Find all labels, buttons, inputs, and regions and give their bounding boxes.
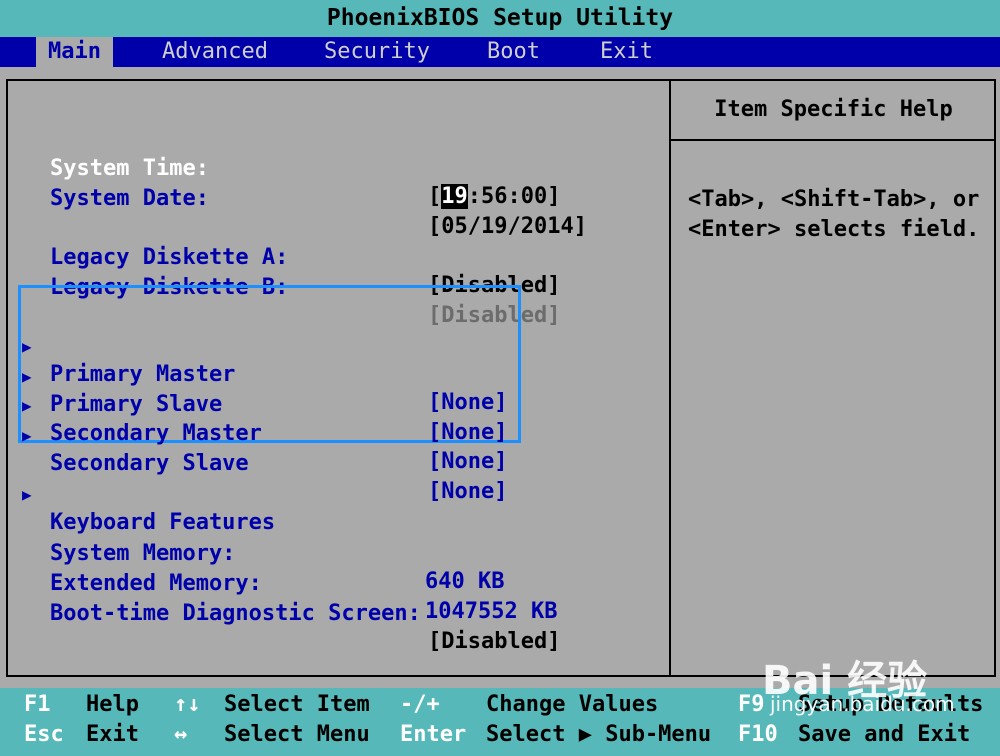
help-text-line: <Tab>, <Shift-Tab>, or <box>688 187 980 212</box>
legacy-diskette-a-row[interactable]: Legacy Diskette A: [Disabled] <box>8 216 668 298</box>
primary-slave-value: [None] <box>428 420 508 445</box>
bios-screen: PhoenixBIOS Setup Utility Main Advanced … <box>0 0 1000 756</box>
system-date-row[interactable]: System Date: [05/19/2014] <box>8 157 668 239</box>
updown-desc: Select Item <box>224 692 370 717</box>
system-time-row[interactable]: System Time: [19:56:00] <box>8 127 668 209</box>
up-down-arrows-icon: ↑↓ <box>174 692 201 717</box>
minusplus-desc: Change Values <box>486 692 659 717</box>
secondary-slave-row[interactable]: ▶ Secondary Slave [None] <box>8 394 668 504</box>
enter-key: Enter <box>400 722 467 747</box>
menu-bar: Main Advanced Security Boot Exit <box>0 37 1000 67</box>
help-text: <Tab>, <Shift-Tab>, or <Enter> selects f… <box>688 185 988 245</box>
boot-diagnostic-label: Boot-time Diagnostic Screen: <box>50 601 421 626</box>
left-right-arrows-icon: ↔ <box>174 722 188 747</box>
keyboard-features-row[interactable]: ▶ Keyboard Features <box>8 453 668 535</box>
baidu-watermark-url: jingyan.baidu.com <box>770 692 955 716</box>
esc-key: Esc <box>24 722 64 747</box>
main-panel: System Time: [19:56:00] System Date: [05… <box>6 79 996 677</box>
tab-security[interactable]: Security <box>312 37 442 67</box>
window-title: PhoenixBIOS Setup Utility <box>0 0 1000 37</box>
tab-advanced[interactable]: Advanced <box>150 37 280 67</box>
tab-boot[interactable]: Boot <box>475 37 552 67</box>
leftright-desc: Select Menu <box>224 722 370 747</box>
time-hour-field[interactable]: 19 <box>441 184 468 209</box>
submenu-arrow-icon: ▶ <box>22 426 32 445</box>
extended-memory-row: Extended Memory: 1047552 KB <box>8 542 668 624</box>
bracket-open: [ <box>428 184 442 209</box>
boot-diagnostic-row[interactable]: Boot-time Diagnostic Screen: [Disabled] <box>8 572 668 654</box>
primary-master-row[interactable]: ▶ Primary Master [None] <box>8 305 668 415</box>
minus-plus-key: -/+ <box>400 692 440 717</box>
f10-desc: Save and Exit <box>798 722 971 747</box>
panel-divider <box>669 81 671 675</box>
help-title: Item Specific Help <box>714 97 953 122</box>
tab-main[interactable]: Main <box>36 37 113 67</box>
f1-key: F1 <box>24 692 51 717</box>
help-divider <box>671 139 996 141</box>
time-rest: :56:00] <box>467 184 561 209</box>
system-memory-row: System Memory: 640 KB <box>8 512 668 594</box>
boot-diagnostic-value[interactable]: [Disabled] <box>428 628 560 656</box>
help-text-line: <Enter> selects field. <box>688 217 980 242</box>
system-date-label: System Date: <box>50 186 209 211</box>
tab-exit[interactable]: Exit <box>588 37 665 67</box>
f1-desc: Help <box>86 692 139 717</box>
submenu-arrow-icon: ▶ <box>22 485 32 504</box>
legacy-diskette-b-row: Legacy Diskette B: [Disabled] <box>8 246 668 328</box>
system-time-value[interactable]: [19:56:00] <box>428 183 560 211</box>
esc-desc: Exit <box>86 722 139 747</box>
enter-desc: Select ▶ Sub-Menu <box>486 722 712 747</box>
extended-memory-value: 1047552 KB <box>425 599 558 624</box>
f10-key: F10 <box>738 722 778 747</box>
secondary-master-row[interactable]: ▶ Secondary Master [None] <box>8 364 668 474</box>
primary-slave-row[interactable]: ▶ Primary Slave [None] <box>8 335 668 445</box>
f9-key: F9 <box>738 692 765 717</box>
secondary-slave-value: [None] <box>428 479 508 504</box>
